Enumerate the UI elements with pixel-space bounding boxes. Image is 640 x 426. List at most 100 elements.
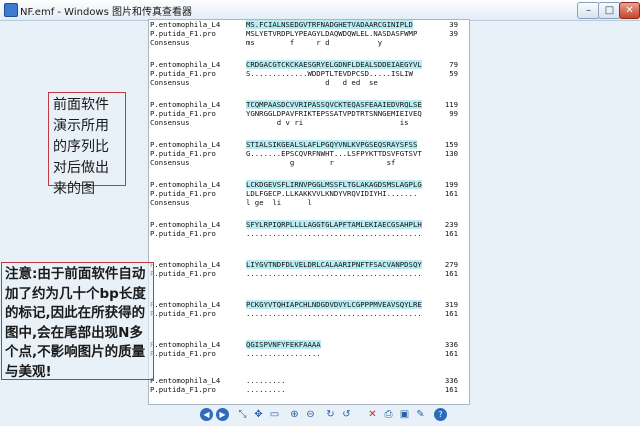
alignment-row: P.entomophila_L4 LIYGVTNDFDLVELDRLCALAARI… [150, 260, 468, 269]
sequence-name: P.putida_F1.pro [150, 109, 216, 118]
residue-position: 336 [444, 340, 458, 349]
sequence-residues: ......... [246, 376, 286, 385]
alignment-row: P.entomophila_L4 MS.FCIALNSEDGVTRFNADGHET… [150, 20, 468, 29]
print-button[interactable]: ⎙ [382, 408, 395, 421]
sequence-residues: ........................................ [246, 309, 422, 318]
alignment-row: P.putida_F1.pro.........................… [150, 229, 468, 238]
zoom-in-button[interactable]: ⊕ [288, 408, 301, 421]
residue-position: 159 [444, 140, 458, 149]
alignment-row: P.entomophila_L4 QGISPVNFYFEKFAAAA 336 [150, 340, 468, 349]
maximize-button[interactable]: □ [598, 2, 621, 19]
best-fit-button[interactable]: ⤡ [236, 408, 249, 421]
residue-position: 279 [444, 260, 458, 269]
alignment-row: P.entomophila_L4 PCKGYVTQHIAPCHLNDGDVDVYL… [150, 300, 468, 309]
sequence-name: P.entomophila_L4 [150, 20, 221, 29]
zoom-out-button[interactable]: ⊖ [304, 408, 317, 421]
residue-position: 161 [444, 385, 458, 394]
sequence-residues: QGISPVNFYFEKFAAAA [246, 340, 321, 349]
actual-size-button[interactable]: ✥ [252, 408, 265, 421]
residue-position: 39 [449, 29, 458, 38]
sequence-residues: MSLYETVRDPLYPEAGYLDAQWDQWLEL.NASDASFWMP [246, 29, 418, 38]
title-bar: NF.emf - Windows 图片和传真查看器 – □ ✕ [0, 0, 640, 21]
alignment-row: P.entomophila_L4 STIALSIKGEALSLAFLPGQYVNL… [150, 140, 468, 149]
image-view: P.entomophila_L4 MS.FCIALNSEDGVTRFNADGHET… [148, 19, 470, 405]
sequence-name: P.putida_F1.pro [150, 349, 216, 358]
alignment-row: P.entomophila_L4 CRDGACGTCKCKAESGRYELGDNF… [150, 60, 468, 69]
next-image-button[interactable]: ▶ [216, 408, 229, 421]
rotate-clockwise-button[interactable]: ↻ [324, 408, 337, 421]
alignment-row: P.entomophila_L4 LCKDGEVSFLIRNVPGGLMSSFLT… [150, 180, 468, 189]
sequence-residues: l ge li l [246, 198, 312, 207]
residue-position: 239 [444, 220, 458, 229]
annotation-demo-figure: 前面软件演示所用的序列比对后做出来的图 [48, 92, 126, 197]
residue-position: 39 [449, 20, 458, 29]
sequence-residues: MS.FCIALNSEDGVTRFNADGHETVADAARCGINIPLD [246, 20, 413, 29]
alignment-row: P.entomophila_L4 TCQMPAASDCVVRIPASSQVCKTE… [150, 100, 468, 109]
sequence-name: P.entomophila_L4 [150, 300, 221, 309]
viewer-toolbar: ◀ ▶ ⤡ ✥ ▭ ⊕ ⊖ ↻ ↺ ✕ ⎙ ▣ ✎? [196, 406, 447, 424]
sequence-residues: YGNRGGLDPAVFRIKTEPSSATVPDTRTSNNGEMIEIVEQ [246, 109, 422, 118]
sequence-name: P.putida_F1.pro [150, 29, 216, 38]
sequence-residues: ms f r d y [246, 38, 383, 47]
sequence-name: P.putida_F1.pro [150, 189, 216, 198]
sequence-residues: g r sf [246, 158, 396, 167]
sequence-residues: S.............WDDPTLTEVDPCSD.....ISLIW [246, 69, 413, 78]
alignment-row: P.putida_F1.pro.........................… [150, 309, 468, 318]
help-button[interactable]: ? [434, 408, 447, 421]
sequence-name: P.putida_F1.pro [150, 69, 216, 78]
alignment-row: Consensus g r sf [150, 158, 468, 167]
sequence-name: P.entomophila_L4 [150, 140, 221, 149]
sequence-name: P.entomophila_L4 [150, 60, 221, 69]
open-for-editing-button[interactable]: ✎ [414, 408, 427, 421]
close-button[interactable]: ✕ [619, 2, 640, 19]
sequence-name: P.entomophila_L4 [150, 100, 221, 109]
previous-image-button[interactable]: ◀ [200, 408, 213, 421]
alignment-row: Consensus l ge li l [150, 198, 468, 207]
sequence-name: P.entomophila_L4 [150, 340, 221, 349]
alignment-row: Consensus ms f r d y [150, 38, 468, 47]
residue-position: 99 [449, 109, 458, 118]
alignment-row: P.putida_F1.pro MSLYETVRDPLYPEAGYLDAQWDQW… [150, 29, 468, 38]
residue-position: 161 [444, 309, 458, 318]
residue-position: 336 [444, 376, 458, 385]
sequence-name: P.entomophila_L4 [150, 220, 221, 229]
sequence-name: P.entomophila_L4 [150, 376, 221, 385]
alignment-row: P.putida_F1.pro YGNRGGLDPAVFRIKTEPSSATVPD… [150, 109, 468, 118]
alignment-row: Consensus d v ri is [150, 118, 468, 127]
alignment-row: P.entomophila_L4......... 336 [150, 376, 468, 385]
sequence-residues: ................. [246, 349, 321, 358]
window-title: NF.emf - Windows 图片和传真查看器 [20, 7, 193, 18]
delete-button[interactable]: ✕ [366, 408, 379, 421]
residue-position: 130 [444, 149, 458, 158]
sequence-name: P.putida_F1.pro [150, 149, 216, 158]
sequence-name: Consensus [150, 38, 190, 47]
residue-position: 59 [449, 69, 458, 78]
residue-position: 161 [444, 229, 458, 238]
sequence-residues: LCKDGEVSFLIRNVPGGLMSSFLTGLAKAGDSMSLAGPLG [246, 180, 422, 189]
residue-position: 161 [444, 189, 458, 198]
sequence-name: Consensus [150, 78, 190, 87]
rotate-counterclockwise-button[interactable]: ↺ [340, 408, 353, 421]
alignment-row: P.putida_F1.pro.........................… [150, 269, 468, 278]
sequence-residues: PCKGYVTQHIAPCHLNDGDVDVYLCGPPPMVEAVSQYLRE [246, 300, 422, 309]
sequence-residues: d d ed se [246, 78, 378, 87]
save-copy-button[interactable]: ▣ [398, 408, 411, 421]
residue-position: 79 [449, 60, 458, 69]
sequence-name: P.putida_F1.pro [150, 269, 216, 278]
minimize-button[interactable]: – [577, 2, 600, 19]
sequence-name: P.entomophila_L4 [150, 260, 221, 269]
alignment-row: Consensus d d ed se [150, 78, 468, 87]
sequence-residues: ........................................ [246, 229, 422, 238]
sequence-name: P.entomophila_L4 [150, 180, 221, 189]
sequence-residues: d v ri is [246, 118, 409, 127]
residue-position: 161 [444, 269, 458, 278]
sequence-name: Consensus [150, 158, 190, 167]
sequence-residues: CRDGACGTCKCKAESGRYELGDNFLDEALSDDEIAEGYVL [246, 60, 422, 69]
residue-position: 119 [444, 100, 458, 109]
sequence-name: P.putida_F1.pro [150, 385, 216, 394]
sequence-name: P.putida_F1.pro [150, 309, 216, 318]
sequence-residues: STIALSIKGEALSLAFLPGQYVNLKVPGSEQSRAYSFSS [246, 140, 418, 149]
alignment-row: P.putida_F1.pro S.............WDDPTLTEVDP… [150, 69, 468, 78]
slideshow-button[interactable]: ▭ [268, 408, 281, 421]
sequence-residues: ......... [246, 385, 286, 394]
